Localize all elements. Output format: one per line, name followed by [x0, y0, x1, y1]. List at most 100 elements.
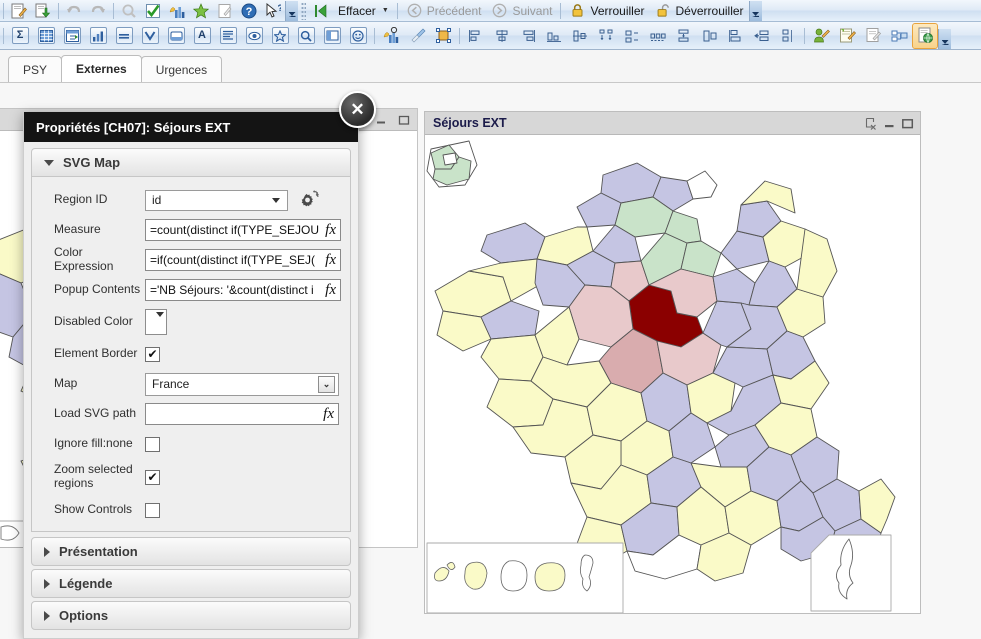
search-icon[interactable] — [118, 1, 140, 21]
resize-icon[interactable] — [698, 24, 722, 48]
close-icon[interactable]: ✕ — [339, 91, 376, 128]
clear-selections-icon[interactable] — [864, 116, 878, 130]
minimize-icon[interactable] — [882, 116, 896, 130]
dialog-title: Propriétés [CH07]: Séjours EXT — [36, 119, 231, 135]
align-right-icon[interactable] — [516, 24, 540, 48]
gear-icon[interactable] — [296, 189, 320, 211]
toolbar-overflow-button-2[interactable] — [748, 1, 762, 21]
edit-icon[interactable] — [8, 1, 30, 21]
button-object-icon[interactable] — [164, 24, 188, 48]
ignore-fill-none-checkbox[interactable] — [145, 436, 160, 452]
france-map-svg[interactable] — [425, 135, 920, 613]
distribute-v-icon[interactable] — [620, 24, 644, 48]
dialog-titlebar[interactable]: Propriétés [CH07]: Séjours EXT ✕ — [24, 91, 376, 142]
forward-button-label: Suivant — [512, 3, 553, 18]
label-zoom-selected-regions: Zoom selected regions — [54, 462, 133, 490]
sum-glyph: Σ — [11, 27, 29, 44]
align-left-icon[interactable] — [464, 24, 488, 48]
region-id-select[interactable]: id — [145, 189, 288, 211]
user-edit-icon[interactable] — [809, 24, 833, 48]
chevron-down-icon[interactable]: ⌄ — [318, 375, 335, 393]
table-icon[interactable] — [34, 24, 58, 48]
text-object-icon[interactable] — [112, 24, 136, 48]
expression-editor-icon[interactable]: fx — [323, 251, 340, 269]
listbox-icon[interactable] — [138, 24, 162, 48]
list-glyph — [219, 27, 237, 44]
sheet-properties-icon[interactable] — [835, 24, 859, 48]
forward-button[interactable]: Suivant — [486, 1, 557, 21]
tab-urgences[interactable]: Urgences — [140, 56, 223, 82]
zoom-selected-regions-checkbox[interactable]: ✔ — [145, 469, 160, 485]
smiley-icon[interactable] — [346, 24, 370, 48]
chart-icon[interactable] — [166, 1, 188, 21]
expression-editor-icon[interactable]: fx — [321, 405, 338, 423]
text-icon[interactable]: A — [190, 24, 214, 48]
popup-contents-input[interactable]: ='NB Séjours: '&count(distinct i fx — [145, 279, 341, 301]
document-properties-icon[interactable] — [861, 24, 885, 48]
expression-editor-icon[interactable]: fx — [323, 281, 340, 299]
toolbar-overflow-button-3[interactable] — [938, 29, 951, 49]
maximize-icon[interactable] — [397, 113, 411, 127]
search-object-icon[interactable] — [294, 24, 318, 48]
chart-wizard-icon[interactable] — [379, 24, 403, 48]
unlock-button[interactable]: Déverrouiller — [650, 1, 749, 21]
export-icon[interactable] — [32, 1, 54, 21]
measure-input[interactable]: =count(distinct if(TYPE_SEJOU fx — [145, 219, 341, 241]
undo-icon[interactable] — [63, 1, 85, 21]
sidebar-item-psy[interactable]: PSY — [8, 56, 63, 82]
section-header-svg-map[interactable]: SVG Map — [31, 148, 351, 177]
load-svg-path-input[interactable]: fx — [145, 403, 339, 425]
element-border-checkbox[interactable]: ✔ — [145, 346, 160, 362]
back-button[interactable]: Précédent — [401, 1, 487, 21]
favorite-icon[interactable] — [190, 1, 212, 21]
expression-editor-icon[interactable]: fx — [323, 221, 340, 239]
current-selections-icon[interactable] — [242, 24, 266, 48]
brush-glyph — [409, 27, 426, 44]
container-icon[interactable] — [320, 24, 344, 48]
object-frame-icon[interactable] — [431, 24, 455, 48]
section-header-options[interactable]: Options — [31, 601, 351, 630]
distribute-h-icon[interactable] — [594, 24, 618, 48]
check-icon[interactable] — [142, 1, 164, 21]
france-map-canvas[interactable] — [425, 135, 920, 613]
space-h-icon[interactable] — [646, 24, 670, 48]
show-controls-checkbox[interactable] — [145, 502, 160, 518]
disabled-color-picker[interactable] — [145, 309, 167, 335]
properties-dialog[interactable]: Propriétés [CH07]: Séjours EXT ✕ SVG Map… — [23, 91, 376, 639]
sum-icon[interactable]: Σ — [8, 24, 32, 48]
align-bottom-icon[interactable] — [542, 24, 566, 48]
minimize-icon[interactable] — [374, 113, 388, 127]
bookmark-star-icon[interactable] — [268, 24, 292, 48]
toolbar-grip[interactable] — [301, 1, 306, 20]
lock-button[interactable]: Verrouiller — [564, 1, 649, 21]
section-header-presentation[interactable]: Présentation — [31, 537, 351, 566]
tab-externes[interactable]: Externes — [61, 55, 142, 82]
clear-button[interactable]: Effacer ▼ — [333, 1, 394, 21]
clear-selections-icon[interactable] — [310, 1, 332, 21]
vertical-distribute-icon[interactable] — [776, 24, 800, 48]
align-center-h-icon[interactable] — [490, 24, 514, 48]
color-expression-input[interactable]: =if(count(distinct if(TYPE_SEJ( fx — [145, 249, 341, 271]
publish-web-icon[interactable] — [912, 22, 938, 49]
maximize-icon[interactable] — [900, 116, 914, 130]
align-stack-icon[interactable] — [724, 24, 748, 48]
bar-chart-icon[interactable] — [86, 24, 110, 48]
clear-format-icon[interactable] — [405, 24, 429, 48]
note-icon[interactable] — [214, 1, 236, 21]
sejours-ext-map-panel[interactable]: Séjours EXT — [424, 111, 921, 614]
section-header-legende[interactable]: Légende — [31, 569, 351, 598]
toolbar-overflow-button-1[interactable] — [285, 1, 298, 21]
select-pointer-icon[interactable]: ? — [262, 1, 284, 21]
star-outline-glyph — [271, 27, 289, 44]
help-icon[interactable]: ? — [238, 1, 260, 21]
space-v-icon[interactable] — [672, 24, 696, 48]
list-icon[interactable] — [216, 24, 240, 48]
layout-icon[interactable] — [887, 24, 911, 48]
map-select[interactable]: France ⌄ — [145, 372, 339, 396]
chevron-down-icon — [156, 312, 164, 317]
pivot-icon[interactable] — [60, 24, 84, 48]
shift-left-icon[interactable] — [750, 24, 774, 48]
align-middle-icon[interactable] — [568, 24, 592, 48]
redo-icon[interactable] — [87, 1, 109, 21]
chevron-down-icon[interactable]: ▼ — [382, 7, 389, 14]
